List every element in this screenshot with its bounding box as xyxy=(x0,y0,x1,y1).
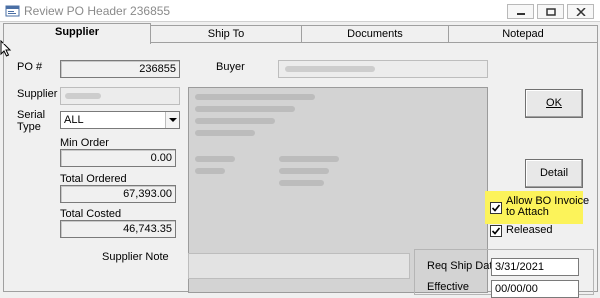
address-redacted xyxy=(279,168,329,174)
buyer-label: Buyer xyxy=(216,61,245,73)
check-icon xyxy=(491,227,501,235)
check-icon xyxy=(491,204,501,212)
req-ship-date-label: Req Ship Date xyxy=(427,260,499,272)
window-title: Review PO Header 236855 xyxy=(24,4,171,18)
app-window-icon xyxy=(5,4,21,18)
released-label: Released xyxy=(506,224,553,236)
buyer-redacted xyxy=(285,66,375,72)
address-redacted xyxy=(195,168,225,174)
tab-notepad[interactable]: Notepad xyxy=(448,25,598,43)
supplier-field[interactable] xyxy=(60,87,180,105)
address-redacted xyxy=(195,106,295,112)
effective-value: 00/00/00 xyxy=(495,283,538,295)
serial-type-label: Serial Type xyxy=(17,109,46,133)
serial-type-value: ALL xyxy=(64,114,84,126)
ok-button[interactable]: OK xyxy=(525,89,583,118)
supplier-redacted xyxy=(65,93,101,99)
po-number-field: 236855 xyxy=(60,60,180,78)
title-bar: Review PO Header 236855 xyxy=(0,0,600,22)
close-button[interactable] xyxy=(567,4,594,19)
effective-field[interactable]: 00/00/00 xyxy=(491,280,579,298)
supplier-note-label: Supplier Note xyxy=(102,251,169,263)
total-costed-field: 46,743.35 xyxy=(60,220,176,238)
min-order-field: 0.00 xyxy=(60,149,176,167)
minimize-icon xyxy=(517,13,525,15)
released-checkbox[interactable] xyxy=(490,225,502,237)
min-order-label: Min Order xyxy=(60,137,109,149)
restore-icon xyxy=(546,8,556,16)
address-redacted xyxy=(195,94,315,100)
req-ship-date-field[interactable]: 3/31/2021 xyxy=(491,258,579,276)
tab-ship-to[interactable]: Ship To xyxy=(150,25,302,43)
total-costed-label: Total Costed xyxy=(60,208,122,220)
tab-documents[interactable]: Documents xyxy=(301,25,449,43)
address-redacted xyxy=(279,180,324,186)
address-redacted xyxy=(195,130,255,136)
close-icon xyxy=(576,8,586,16)
serial-type-select[interactable]: ALL xyxy=(60,111,180,129)
tab-supplier[interactable]: Supplier xyxy=(3,23,151,44)
supplier-panel: PO # 236855 Buyer Supplier Serial Type A… xyxy=(3,42,598,298)
minimize-button[interactable] xyxy=(507,4,534,19)
allow-bo-checkbox[interactable] xyxy=(490,202,502,214)
allow-bo-label: Allow BO Invoice to Attach xyxy=(506,195,590,218)
total-ordered-field: 67,393.00 xyxy=(60,185,176,203)
effective-label: Effective xyxy=(427,281,469,293)
ok-button-label: OK xyxy=(546,97,562,109)
total-ordered-label: Total Ordered xyxy=(60,173,127,185)
address-redacted xyxy=(279,156,339,162)
supplier-note-field[interactable] xyxy=(188,253,410,279)
tab-strip: Ship To Documents Notepad Supplier xyxy=(0,23,600,44)
buyer-field xyxy=(278,60,488,78)
restore-button[interactable] xyxy=(537,4,564,19)
req-ship-date-value: 3/31/2021 xyxy=(495,261,544,273)
address-redacted xyxy=(195,156,235,162)
detail-button[interactable]: Detail xyxy=(525,159,583,188)
supplier-label: Supplier xyxy=(17,88,58,100)
chevron-down-icon[interactable] xyxy=(165,112,179,128)
address-redacted xyxy=(195,118,275,124)
po-number-label: PO # xyxy=(17,61,43,73)
